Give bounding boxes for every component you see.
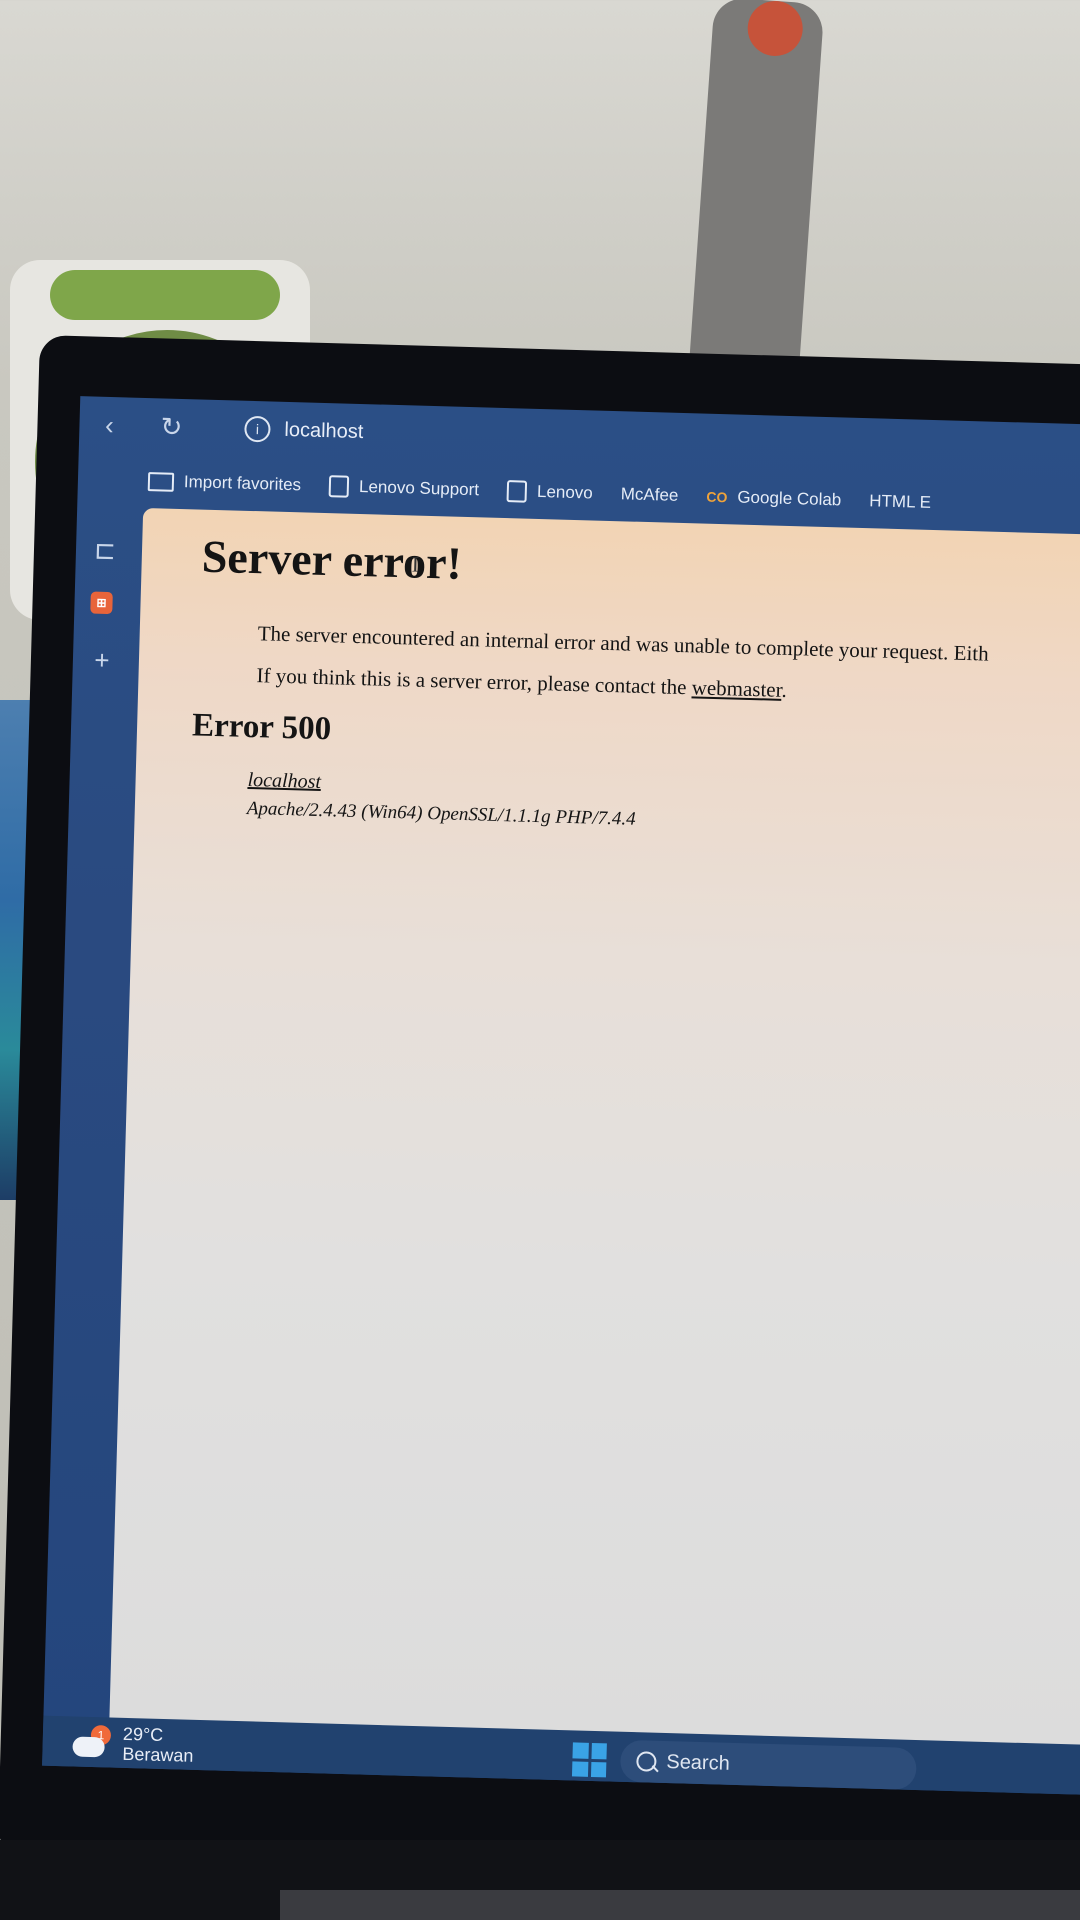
- favorite-label: Import favorites: [183, 472, 302, 495]
- taskbar-search[interactable]: Search: [619, 1739, 917, 1791]
- windows-logo-pane: [590, 1742, 607, 1759]
- cloud-icon: [72, 1736, 105, 1758]
- tab-actions-icon[interactable]: ⊏: [92, 535, 119, 566]
- colab-icon: CO: [706, 488, 728, 506]
- contact-period: .: [781, 677, 788, 702]
- weather-widget[interactable]: 1 29°C Berawan: [72, 1722, 194, 1766]
- search-icon: [636, 1751, 657, 1772]
- windows-logo-pane: [572, 1742, 589, 1759]
- error-code-heading: Error 500: [191, 707, 332, 748]
- contact-message: If you think this is a server error, ple…: [256, 663, 787, 703]
- favorite-lenovo-support[interactable]: Lenovo Support: [328, 475, 480, 501]
- contact-text: If you think this is a server error, ple…: [256, 663, 693, 700]
- server-address: localhost Apache/2.4.43 (Win64) OpenSSL/…: [247, 769, 637, 831]
- search-label: Search: [666, 1750, 731, 1775]
- start-button[interactable]: [571, 1742, 607, 1778]
- temperature: 29°C: [122, 1723, 164, 1745]
- laptop: ‹ ↻ i localhost Import favorites Lenovo …: [0, 335, 1080, 1886]
- background-object-tip: [745, 0, 805, 58]
- favorite-label: Lenovo Support: [358, 476, 480, 500]
- favorite-label: HTML E: [869, 491, 932, 512]
- address-text[interactable]: localhost: [284, 418, 364, 443]
- weather-condition: Berawan: [122, 1743, 194, 1766]
- address-bar[interactable]: i localhost: [244, 409, 364, 452]
- add-icon[interactable]: +: [89, 645, 116, 675]
- error-message: The server encountered an internal error…: [257, 621, 990, 666]
- text-cursor-icon: I: [411, 551, 420, 577]
- folder-icon: [147, 471, 175, 492]
- favorite-label: Lenovo: [536, 481, 594, 503]
- webmaster-link[interactable]: webmaster: [691, 675, 781, 701]
- page-icon: [328, 475, 350, 498]
- fan-band: [50, 270, 280, 320]
- favorite-mcafee[interactable]: McAfee: [620, 484, 679, 506]
- error-page: Server error! I The server encountered a…: [108, 507, 1080, 1776]
- screen: ‹ ↻ i localhost Import favorites Lenovo …: [42, 396, 1080, 1796]
- windows-logo-pane: [590, 1761, 607, 1778]
- weather-text: 29°C Berawan: [122, 1724, 194, 1766]
- sidebar-app-icon[interactable]: ⊞: [90, 591, 113, 615]
- favorite-html[interactable]: HTML E: [869, 491, 931, 513]
- favorite-google-colab[interactable]: CO Google Colab: [706, 487, 841, 511]
- server-signature: Apache/2.4.43 (Win64) OpenSSL/1.1.1g PHP…: [246, 797, 636, 830]
- host-link[interactable]: localhost: [247, 769, 636, 803]
- info-icon[interactable]: i: [244, 415, 271, 443]
- favorite-lenovo[interactable]: Lenovo: [506, 480, 594, 504]
- windows-logo-pane: [571, 1760, 588, 1777]
- desk-strip: [280, 1890, 1080, 1920]
- back-icon[interactable]: ‹: [93, 409, 126, 442]
- weather-icon: 1: [72, 1724, 113, 1761]
- favorite-label: McAfee: [620, 484, 679, 505]
- favorite-import[interactable]: Import favorites: [147, 471, 302, 495]
- favorite-label: Google Colab: [737, 487, 842, 510]
- page-title: Server error!: [201, 530, 463, 589]
- page-icon: [506, 480, 528, 503]
- refresh-icon[interactable]: ↻: [155, 410, 188, 443]
